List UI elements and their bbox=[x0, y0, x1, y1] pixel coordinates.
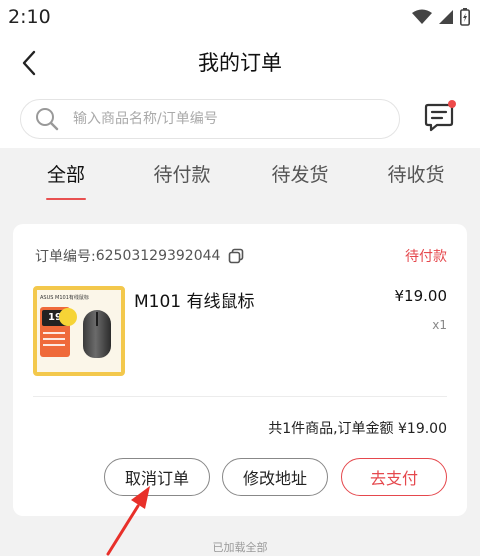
tab-label: 待发货 bbox=[271, 164, 329, 186]
order-summary: 共1件商品,订单金额 ¥19.00 bbox=[268, 421, 447, 437]
status-icons bbox=[412, 8, 470, 26]
cancel-order-button[interactable]: 取消订单 bbox=[104, 458, 210, 496]
status-time: 2:10 bbox=[8, 6, 51, 28]
tab-label: 全部 bbox=[46, 164, 85, 186]
signal-icon bbox=[438, 9, 454, 25]
product-quantity: x1 bbox=[432, 318, 447, 332]
product-price: ¥19.00 bbox=[394, 287, 448, 305]
loaded-all-text: 已加载全部 bbox=[212, 541, 268, 554]
unread-dot bbox=[448, 100, 456, 108]
tab-pending-payment[interactable]: 待付款 bbox=[150, 160, 214, 187]
tab-pending-receipt[interactable]: 待收货 bbox=[384, 160, 448, 187]
search-bar[interactable] bbox=[20, 99, 400, 139]
search-input[interactable] bbox=[73, 111, 373, 127]
tab-label: 待付款 bbox=[153, 164, 211, 186]
order-status: 待付款 bbox=[405, 249, 447, 265]
copy-icon[interactable] bbox=[228, 248, 244, 264]
product-image-caption: ASUS M101有线鼠标 bbox=[40, 295, 89, 301]
order-tabs: 全部 待付款 待发货 待收货 bbox=[0, 160, 480, 204]
product-image[interactable]: ASUS M101有线鼠标 19 bbox=[33, 286, 125, 376]
product-image-line bbox=[43, 344, 65, 346]
page-title: 我的订单 bbox=[198, 51, 282, 75]
mouse-image bbox=[83, 310, 111, 358]
tab-pending-shipment[interactable]: 待发货 bbox=[268, 160, 332, 187]
order-number: 订单编号: 62503129392044 bbox=[35, 246, 244, 266]
modify-address-button[interactable]: 修改地址 bbox=[222, 458, 328, 496]
battery-icon bbox=[460, 8, 470, 26]
product-image-badge bbox=[59, 308, 77, 326]
status-bar: 2:10 bbox=[0, 0, 480, 34]
nav-bar: 我的订单 bbox=[0, 38, 480, 86]
product-name[interactable]: M101 有线鼠标 bbox=[134, 287, 255, 312]
divider bbox=[33, 396, 447, 397]
search-icon bbox=[35, 107, 59, 131]
order-card[interactable]: 订单编号: 62503129392044 待付款 ASUS M101有线鼠标 1… bbox=[13, 224, 467, 516]
order-number-value: 62503129392044 bbox=[95, 248, 221, 264]
product-image-line bbox=[43, 338, 65, 340]
order-number-label: 订单编号: bbox=[35, 249, 96, 265]
tab-all[interactable]: 全部 bbox=[44, 160, 88, 200]
tab-label: 待收货 bbox=[387, 164, 445, 186]
wifi-icon bbox=[412, 9, 432, 25]
message-button[interactable] bbox=[422, 100, 458, 134]
product-image-line bbox=[43, 332, 65, 334]
pay-button[interactable]: 去支付 bbox=[341, 458, 447, 496]
tab-active-indicator bbox=[46, 198, 86, 200]
